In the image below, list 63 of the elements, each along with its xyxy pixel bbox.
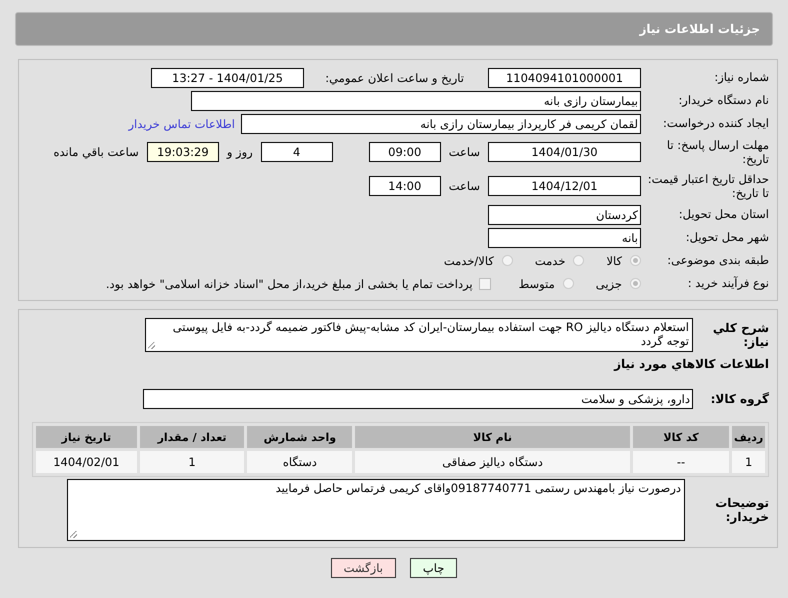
remaining-label: ساعت باقي مانده	[54, 145, 139, 159]
table-cell: --	[632, 451, 730, 473]
buyer-notes-textarea[interactable]: درصورت نیاز بامهندس رستمی 09187740771واقای کریمی فرتماس حاصل فرمایید	[67, 479, 685, 541]
deadline-time-field: 09:00	[368, 142, 441, 162]
buyer-org-field: بیمارستان رازی بانه	[191, 90, 641, 110]
resize-grip-icon[interactable]	[148, 342, 155, 349]
radio-button[interactable]	[562, 278, 574, 289]
field-label: تاریخ و ساعت اعلان عمومي:	[324, 70, 465, 84]
buyer-contact-link[interactable]: اطلاعات تماس خریدار	[128, 116, 235, 130]
field-label: نوع فرآیند خرید :	[686, 276, 769, 291]
table-cell: دستگاه دیالیز صفاقی	[355, 451, 630, 473]
field-label: نام دستگاه خريدار:	[677, 93, 769, 108]
time-label: ساعت	[448, 145, 480, 159]
radio-label: متوسط	[518, 276, 555, 290]
column-header: ردیف	[732, 426, 765, 448]
radio-label: کالا	[606, 254, 622, 268]
validity-time-field: 14:00	[368, 176, 441, 196]
field-label: شرح کلي نياز:	[712, 321, 769, 349]
city-field: بانه	[488, 228, 641, 248]
description-textarea[interactable]: استعلام دستگاه دیالیز RO جهت استفاده بیمارستان-ایران کد مشابه-پیش فاکتور ضمیمه گردد-به فایل پیوستی توجه گردد	[145, 318, 693, 352]
radio-button[interactable]	[630, 278, 641, 289]
column-header: تعداد / مقدار	[140, 426, 244, 448]
table-cell: 1404/02/01	[36, 451, 137, 473]
table-cell: دستگاه	[247, 451, 352, 473]
field-label: گروه کالا:	[710, 392, 769, 406]
back-button[interactable]: بازگشت	[330, 558, 396, 578]
radio-label: کالا/خدمت	[444, 254, 494, 268]
goods-group-field: دارو، پزشکی و سلامت	[143, 388, 693, 408]
field-label: مهلت ارسال پاسخ: تا تاریخ:	[666, 138, 769, 166]
field-label: شهر محل تحویل:	[684, 230, 769, 245]
checkbox-label: پرداخت تمام یا بخشی از مبلغ خرید،از محل "اسناد خزانه اسلامی" خواهد بود.	[106, 276, 473, 290]
column-header: واحد شمارش	[247, 426, 352, 448]
print-button[interactable]: چاپ	[410, 558, 458, 578]
column-header: تاریخ نیاز	[36, 426, 137, 448]
remaining-time-field: 19:03:29	[146, 142, 219, 162]
field-label: توضیحات خریدار:	[714, 496, 769, 524]
page-title: جزئیات اطلاعات نیاز	[639, 22, 760, 36]
field-label: حداقل تاریخ اعتبار قیمت: تا تاریخ:	[646, 172, 769, 200]
radio-label: خدمت	[534, 254, 566, 268]
validity-date-field: 1404/12/01	[488, 176, 641, 196]
field-label: ایجاد کننده درخواست:	[662, 116, 769, 131]
need-number-field: 1104094101000001	[488, 68, 641, 88]
creator-field: لقمان کریمی فر کارپرداز بیمارستان رازی بانه	[241, 114, 641, 134]
radio-button[interactable]	[630, 255, 641, 266]
table-cell: 1	[732, 451, 765, 473]
checkbox[interactable]	[478, 278, 491, 290]
field-label: طبقه بندی موضوعی:	[666, 253, 769, 268]
section-heading: اطلاعات کالاهاي مورد نياز	[614, 356, 769, 370]
column-header: نام کالا	[355, 426, 630, 448]
province-field: کردستان	[488, 204, 641, 224]
days-field: 4	[260, 142, 333, 162]
field-label: استان محل تحویل:	[678, 207, 769, 222]
table-cell: 1	[140, 451, 244, 473]
announce-date-field: 1404/01/25 - 13:27	[151, 68, 304, 88]
radio-button[interactable]	[502, 255, 513, 266]
column-header: کد کالا	[632, 426, 730, 448]
time-label: ساعت	[448, 179, 480, 193]
resize-grip-icon[interactable]	[70, 531, 77, 538]
radio-label: جزیی	[596, 276, 622, 290]
field-label: شماره نیاز:	[713, 70, 769, 85]
radio-button[interactable]	[573, 255, 584, 266]
deadline-date-field: 1404/01/30	[488, 142, 641, 162]
days-label: روز و	[226, 145, 253, 159]
